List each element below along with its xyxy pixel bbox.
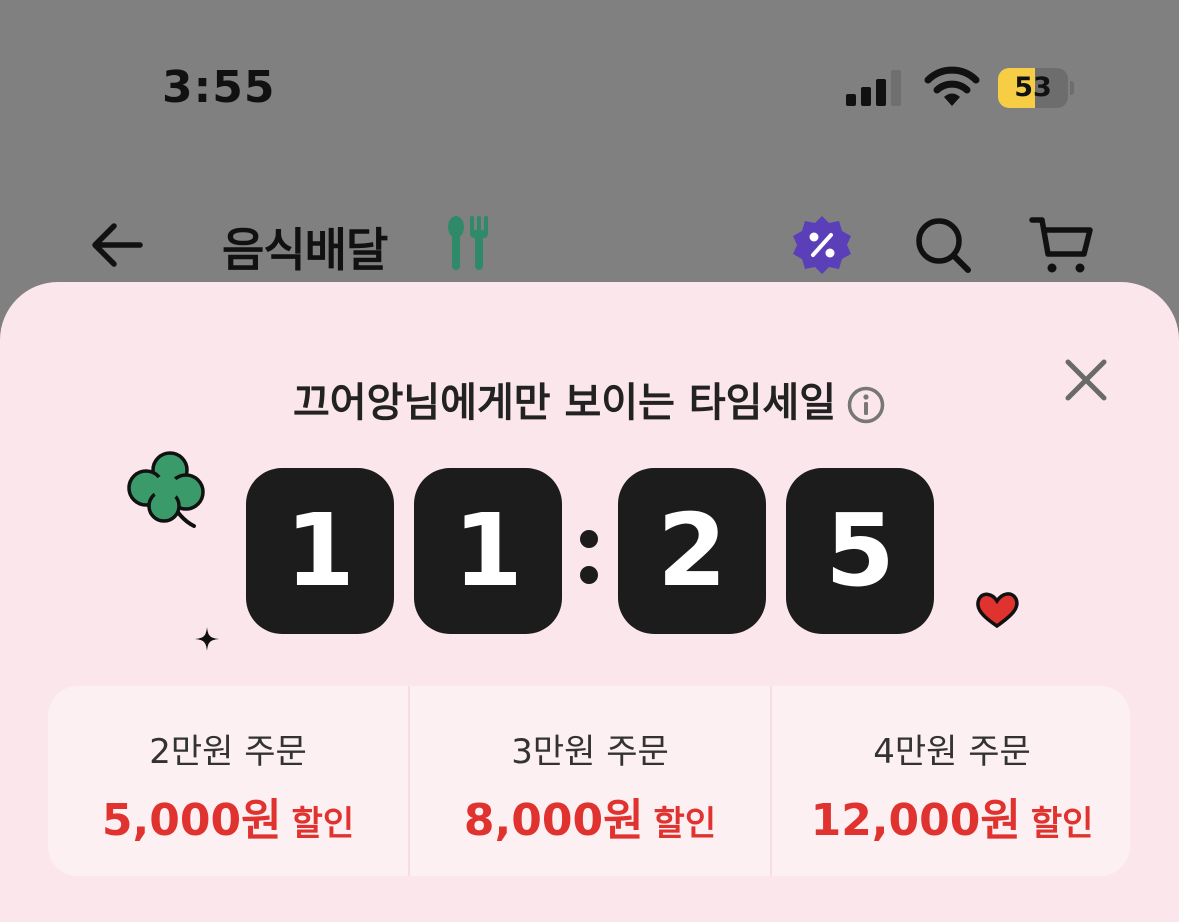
offer-amount: 12,000원 bbox=[810, 795, 1021, 846]
offer-suffix: 할인 bbox=[653, 804, 717, 844]
cart-icon[interactable] bbox=[1028, 214, 1094, 276]
page-title: 음식배달 bbox=[222, 223, 388, 277]
sparkle-icon bbox=[195, 627, 219, 651]
battery-level: 53 bbox=[1014, 72, 1052, 103]
discount-badge-icon[interactable] bbox=[790, 214, 854, 276]
timer-digit: 5 bbox=[786, 468, 934, 634]
status-time: 3:55 bbox=[162, 62, 276, 113]
discount-offers: 2만원 주문 5,000원 할인 3만원 주문 8,000원 할인 4만원 주문 1… bbox=[48, 686, 1130, 876]
back-arrow-icon[interactable] bbox=[88, 218, 146, 272]
status-bar: 3:55 53 bbox=[0, 0, 1179, 140]
offer-discount: 8,000원 할인 bbox=[410, 784, 770, 848]
offer-card[interactable]: 4만원 주문 12,000원 할인 bbox=[770, 686, 1130, 876]
offer-discount: 5,000원 할인 bbox=[48, 784, 408, 848]
timer-digit: 2 bbox=[618, 468, 766, 634]
close-icon[interactable] bbox=[1062, 356, 1110, 404]
info-icon[interactable] bbox=[846, 385, 886, 425]
offer-amount: 5,000원 bbox=[101, 795, 282, 846]
battery-tip bbox=[1070, 81, 1074, 95]
offer-card[interactable]: 2만원 주문 5,000원 할인 bbox=[48, 686, 408, 876]
timer-colon bbox=[580, 518, 600, 588]
offer-condition: 3만원 주문 bbox=[511, 732, 669, 772]
offer-suffix: 할인 bbox=[1030, 804, 1094, 844]
battery-indicator: 53 bbox=[998, 68, 1074, 108]
offer-condition: 4만원 주문 bbox=[873, 732, 1031, 772]
cellular-signal-icon bbox=[846, 70, 901, 106]
timer-digit: 1 bbox=[246, 468, 394, 634]
clover-sticker-icon bbox=[127, 451, 205, 528]
timesale-title: 끄어앙님에게만 보이는 타임세일 bbox=[0, 370, 1179, 428]
offer-amount: 8,000원 bbox=[463, 795, 644, 846]
offer-condition: 2만원 주문 bbox=[149, 732, 307, 772]
battery-icon: 53 bbox=[998, 68, 1068, 108]
offer-suffix: 할인 bbox=[291, 804, 355, 844]
timesale-title-text: 끄어앙님에게만 보이는 타임세일 bbox=[292, 380, 837, 426]
utensils-icon bbox=[448, 216, 488, 270]
search-icon[interactable] bbox=[912, 214, 974, 276]
offer-card[interactable]: 3만원 주문 8,000원 할인 bbox=[408, 686, 770, 876]
header-bar: 음식배달 bbox=[0, 200, 1179, 290]
wifi-icon bbox=[924, 66, 980, 106]
timer-digit: 1 bbox=[414, 468, 562, 634]
heart-sticker-icon bbox=[976, 592, 1019, 629]
offer-discount: 12,000원 할인 bbox=[772, 784, 1130, 848]
